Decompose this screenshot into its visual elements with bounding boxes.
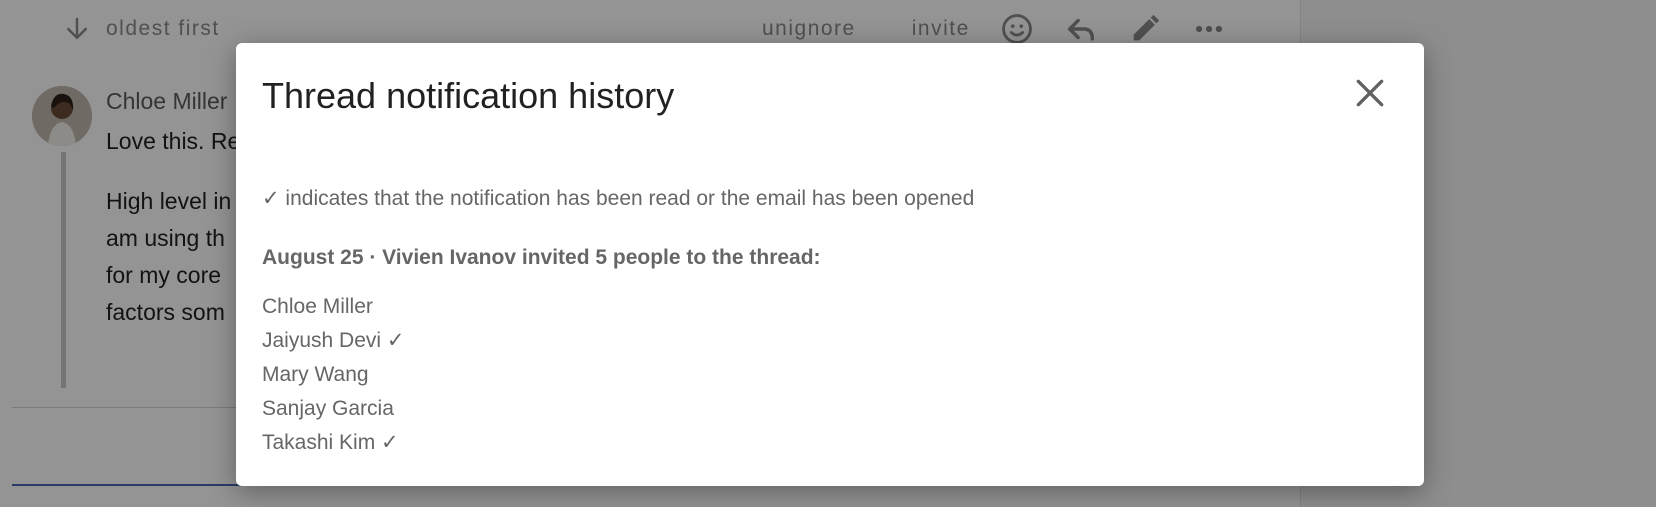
dialog-title: Thread notification history [262,75,675,116]
list-item: Mary Wang [262,363,369,386]
close-button[interactable] [1350,73,1390,113]
list-item: Sanjay Garcia [262,397,394,420]
recipient-list: Chloe Miller Jaiyush Devi ✓ Mary Wang Sa… [262,290,404,460]
read-indicator-note: ✓ indicates that the notification has be… [262,187,975,210]
event-heading: August 25 · Vivien Ivanov invited 5 peop… [262,246,821,269]
list-item: Takashi Kim ✓ [262,431,399,454]
close-icon [1356,79,1384,107]
list-item: Jaiyush Devi ✓ [262,329,405,352]
notification-history-dialog: Thread notification history ✓ indicates … [236,43,1424,486]
list-item: Chloe Miller [262,295,373,318]
page: oldest first unignore invite Chloe Mille… [0,0,1656,507]
